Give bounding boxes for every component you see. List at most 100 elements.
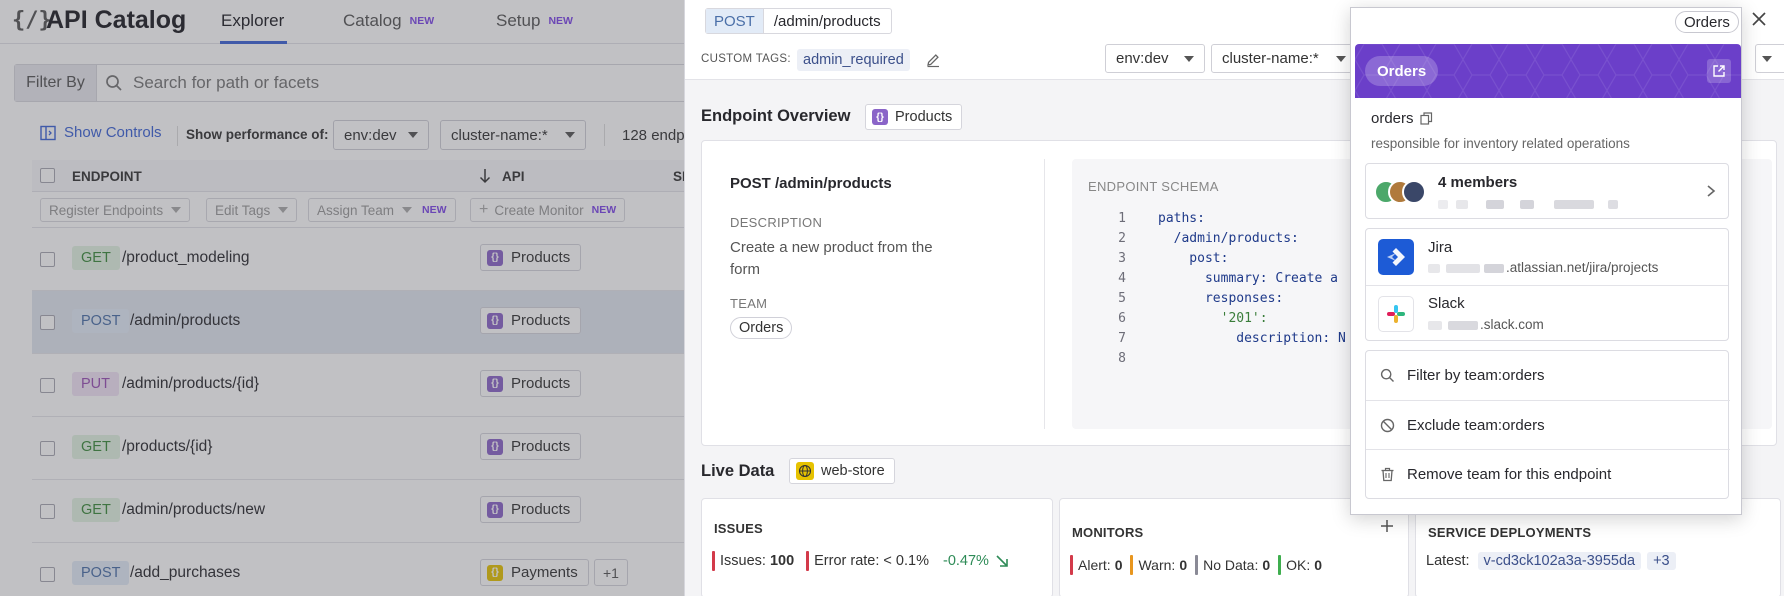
filter-by-team-action[interactable]: Filter by team:orders xyxy=(1366,351,1730,400)
exclude-team-label: Exclude team:orders xyxy=(1407,416,1545,434)
env-select[interactable]: env:dev xyxy=(333,120,429,150)
table-row[interactable]: GET /products/{id} {} Products xyxy=(32,417,716,480)
team-handle: orders xyxy=(1371,110,1433,127)
edit-tags-button[interactable]: Edit Tags xyxy=(206,198,298,222)
custom-tag[interactable]: admin_required xyxy=(797,49,910,71)
row-checkbox[interactable] xyxy=(40,504,55,519)
pencil-icon[interactable] xyxy=(925,52,941,68)
row-checkbox[interactable] xyxy=(40,441,55,456)
register-endpoints-button[interactable]: Register Endpoints xyxy=(40,198,191,222)
column-endpoint[interactable]: ENDPOINT xyxy=(72,169,142,184)
deployment-version[interactable]: v-cd3ck102a3a-3955da xyxy=(1477,552,1642,570)
add-monitor-icon[interactable] xyxy=(1380,519,1394,533)
table-row[interactable]: GET /product_modeling {} Products xyxy=(32,228,716,291)
team-chip-anchor[interactable]: Orders xyxy=(1675,11,1739,33)
tab-label: Catalog xyxy=(343,11,402,30)
more-deployments-badge[interactable]: +3 xyxy=(1647,552,1676,570)
assign-team-button[interactable]: Assign Team NEW xyxy=(308,198,456,222)
row-checkbox[interactable] xyxy=(40,378,55,393)
table-row[interactable]: POST /add_purchases {} Payments +1 xyxy=(32,543,716,596)
schema-label: ENDPOINT SCHEMA xyxy=(1088,179,1219,194)
remove-team-action[interactable]: Remove team for this endpoint xyxy=(1366,449,1730,498)
chevron-down-icon xyxy=(1762,55,1772,62)
jira-link[interactable]: Jira .atlassian.net/jira/projects xyxy=(1366,229,1728,285)
line-number: 4 xyxy=(1118,271,1126,286)
line-number: 6 xyxy=(1118,311,1126,326)
row-checkbox[interactable] xyxy=(40,252,55,267)
line-number: 5 xyxy=(1118,291,1126,306)
avatar xyxy=(1402,180,1426,204)
api-tag[interactable]: {} Products xyxy=(480,370,582,397)
panel-env-select[interactable]: env:dev xyxy=(1105,44,1205,73)
overview-endpoint: POST /admin/products xyxy=(730,175,892,192)
nodata-bar xyxy=(1195,555,1199,575)
cluster-select-value: cluster-name:* xyxy=(1222,50,1319,67)
nodata-value: 0 xyxy=(1262,557,1271,573)
row-checkbox[interactable] xyxy=(40,315,55,330)
external-link-icon[interactable] xyxy=(1707,59,1731,83)
team-chip[interactable]: Orders xyxy=(730,317,793,339)
table-row-selected[interactable]: POST /admin/products {} Products xyxy=(32,291,716,354)
cluster-select[interactable]: cluster-name:* xyxy=(440,120,586,150)
exclude-team-action[interactable]: Exclude team:orders xyxy=(1366,400,1730,449)
issues-value: 100 xyxy=(769,553,795,569)
service-chip[interactable]: web-store xyxy=(789,458,895,484)
api-tag[interactable]: {} Products xyxy=(480,307,582,334)
filter-bar: Filter By xyxy=(14,64,704,102)
endpoint-path: /admin/products xyxy=(773,12,881,30)
chevron-down-icon xyxy=(171,207,182,213)
assign-team-label: Assign Team xyxy=(317,202,395,218)
line-number: 2 xyxy=(1118,231,1126,246)
show-controls-button[interactable]: Show Controls xyxy=(40,124,162,141)
service-chip-label: web-store xyxy=(821,463,885,479)
api-chip[interactable]: {} Products xyxy=(865,104,963,130)
active-tab-indicator xyxy=(220,41,287,44)
tab-explorer[interactable]: Explorer xyxy=(221,11,284,31)
latest-label: Latest: xyxy=(1426,553,1470,569)
panel-cluster-select[interactable]: cluster-name:* xyxy=(1211,44,1357,73)
create-monitor-button[interactable]: + Create Monitor NEW xyxy=(470,198,626,222)
team-actions-box: Filter by team:orders Exclude team:order… xyxy=(1365,350,1730,499)
api-tag[interactable]: {} Products xyxy=(480,244,582,271)
alert-bar xyxy=(806,551,810,571)
team-label: TEAM xyxy=(730,296,768,311)
slack-label: Slack xyxy=(1428,295,1465,312)
members-row[interactable]: 4 members xyxy=(1365,163,1729,219)
tab-setup[interactable]: Setup NEW xyxy=(496,11,573,31)
endpoint-path: /product_modeling xyxy=(122,249,250,266)
table-row[interactable]: PUT /admin/products/{id} {} Products xyxy=(32,354,716,417)
slack-link[interactable]: Slack .slack.com xyxy=(1366,285,1728,341)
select-all-checkbox[interactable] xyxy=(40,168,55,183)
endpoint-path: /admin/products xyxy=(130,312,241,329)
new-badge: NEW xyxy=(548,15,573,27)
team-name-badge: Orders xyxy=(1365,56,1439,86)
copy-icon[interactable] xyxy=(1419,112,1433,125)
api-tag[interactable]: {} Payments xyxy=(480,559,589,586)
close-icon[interactable] xyxy=(1751,11,1767,27)
timeframe-select[interactable] xyxy=(1755,44,1784,73)
team-description: responsible for inventory related operat… xyxy=(1371,136,1630,151)
api-tag[interactable]: {} Products xyxy=(480,496,582,523)
redacted-text xyxy=(1520,200,1534,209)
row-checkbox[interactable] xyxy=(40,567,55,582)
deployments-title: SERVICE DEPLOYMENTS xyxy=(1428,525,1592,540)
sort-arrow-down-icon[interactable] xyxy=(479,168,491,184)
column-api[interactable]: API xyxy=(502,169,525,184)
more-apis-badge[interactable]: +1 xyxy=(594,559,628,586)
api-braces-icon: {} xyxy=(487,249,503,266)
live-data-title: Live Data xyxy=(701,462,775,480)
search-input[interactable] xyxy=(133,73,633,93)
new-badge: NEW xyxy=(422,204,447,216)
api-braces-icon: {} xyxy=(487,375,503,392)
api-braces-icon: {} xyxy=(872,109,888,125)
code-text: responses: xyxy=(1158,291,1284,306)
team-links-box: Jira .atlassian.net/jira/projects Slack … xyxy=(1365,228,1729,341)
redacted-text xyxy=(1608,200,1618,209)
api-chip-label: Products xyxy=(895,109,953,125)
code-text: '201': xyxy=(1158,311,1268,326)
chevron-down-icon xyxy=(278,207,289,213)
jira-icon xyxy=(1378,239,1414,275)
api-tag[interactable]: {} Products xyxy=(480,433,582,460)
table-row[interactable]: GET /admin/products/new {} Products xyxy=(32,480,716,543)
tab-catalog[interactable]: Catalog NEW xyxy=(343,11,434,31)
